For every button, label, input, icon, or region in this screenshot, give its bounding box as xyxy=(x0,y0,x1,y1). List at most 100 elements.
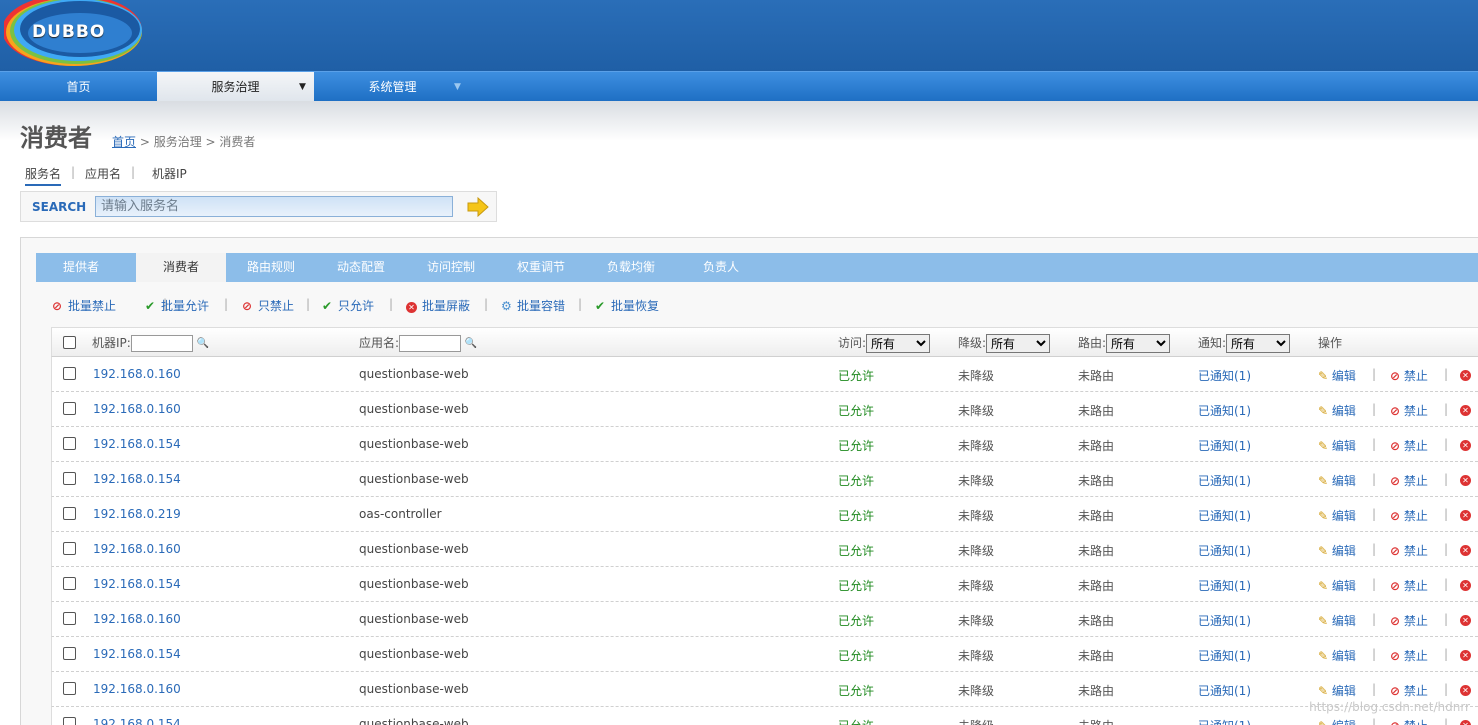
row-edit-button[interactable]: ✎ 编辑 xyxy=(1318,612,1356,629)
row-ban-button[interactable]: ⊘ 禁止 xyxy=(1390,542,1428,559)
row-checkbox[interactable] xyxy=(63,437,76,450)
search-tab-app[interactable]: 应用名 xyxy=(85,165,121,182)
row-edit-button[interactable]: ✎ 编辑 xyxy=(1318,647,1356,664)
breadcrumb-home-link[interactable]: 首页 xyxy=(112,135,136,149)
tab-owners[interactable]: 负责人 xyxy=(676,253,766,282)
row-shield-button[interactable]: ✕ xyxy=(1460,367,1471,381)
search-input[interactable] xyxy=(95,196,453,217)
row-notify-link[interactable]: 已通知(1) xyxy=(1198,367,1251,384)
access-filter-select[interactable]: 所有 xyxy=(866,334,931,353)
row-shield-button[interactable]: ✕ xyxy=(1460,437,1471,451)
ip-filter-input[interactable] xyxy=(130,335,193,352)
search-icon[interactable]: 🔍 xyxy=(197,338,209,349)
row-ip-link[interactable]: 192.168.0.154 xyxy=(93,437,181,451)
row-notify-link[interactable]: 已通知(1) xyxy=(1198,472,1251,489)
row-edit-button[interactable]: ✎ 编辑 xyxy=(1318,542,1356,559)
notify-filter-select[interactable]: 所有 xyxy=(1226,334,1291,353)
search-tab-service[interactable]: 服务名 xyxy=(25,165,62,186)
row-ban-button[interactable]: ⊘ 禁止 xyxy=(1390,717,1428,725)
row-checkbox[interactable] xyxy=(63,402,76,415)
batch-tolerance-button[interactable]: ⚙ 批量容错 xyxy=(501,297,565,314)
row-ip-link[interactable]: 192.168.0.160 xyxy=(93,682,181,696)
row-ip-link[interactable]: 192.168.0.160 xyxy=(93,367,181,381)
row-ban-button[interactable]: ⊘ 禁止 xyxy=(1390,367,1428,384)
row-edit-button[interactable]: ✎ 编辑 xyxy=(1318,472,1356,489)
row-shield-button[interactable]: ✕ xyxy=(1460,682,1471,696)
row-checkbox[interactable] xyxy=(63,507,76,520)
row-ip-link[interactable]: 192.168.0.154 xyxy=(93,717,181,725)
only-allow-button[interactable]: ✔ 只允许 xyxy=(322,297,374,314)
app-filter-input[interactable] xyxy=(399,335,462,352)
tab-access[interactable]: 访问控制 xyxy=(406,253,496,282)
row-ban-button[interactable]: ⊘ 禁止 xyxy=(1390,577,1428,594)
row-checkbox[interactable] xyxy=(63,717,76,725)
row-checkbox[interactable] xyxy=(63,577,76,590)
nav-item-home[interactable]: 首页 xyxy=(0,72,157,102)
row-checkbox[interactable] xyxy=(63,682,76,695)
batch-allow-button[interactable]: ✔ 批量允许 xyxy=(145,297,209,314)
row-checkbox[interactable] xyxy=(63,542,76,555)
row-shield-button[interactable]: ✕ xyxy=(1460,577,1471,591)
row-notify-link[interactable]: 已通知(1) xyxy=(1198,402,1251,419)
row-ip-link[interactable]: 192.168.0.154 xyxy=(93,472,181,486)
row-notify-link[interactable]: 已通知(1) xyxy=(1198,717,1251,725)
batch-recover-button[interactable]: ✔ 批量恢复 xyxy=(595,297,659,314)
row-notify-link[interactable]: 已通知(1) xyxy=(1198,542,1251,559)
tab-consumers[interactable]: 消费者 xyxy=(136,253,226,282)
row-shield-button[interactable]: ✕ xyxy=(1460,507,1471,521)
row-shield-button[interactable]: ✕ xyxy=(1460,472,1471,486)
row-shield-button[interactable]: ✕ xyxy=(1460,542,1471,556)
search-tab-ip[interactable]: 机器IP xyxy=(152,165,187,182)
row-checkbox[interactable] xyxy=(63,472,76,485)
row-checkbox[interactable] xyxy=(63,612,76,625)
tab-routes[interactable]: 路由规则 xyxy=(226,253,316,282)
row-ban-button[interactable]: ⊘ 禁止 xyxy=(1390,612,1428,629)
row-checkbox[interactable] xyxy=(63,367,76,380)
row-ip-link[interactable]: 192.168.0.160 xyxy=(93,612,181,626)
row-notify-link[interactable]: 已通知(1) xyxy=(1198,577,1251,594)
row-ip-link[interactable]: 192.168.0.154 xyxy=(93,647,181,661)
row-edit-button[interactable]: ✎ 编辑 xyxy=(1318,682,1356,699)
search-icon[interactable]: 🔍 xyxy=(465,338,477,349)
tab-weights[interactable]: 权重调节 xyxy=(496,253,586,282)
tab-providers[interactable]: 提供者 xyxy=(36,253,126,282)
row-shield-button[interactable]: ✕ xyxy=(1460,647,1471,661)
row-shield-button[interactable]: ✕ xyxy=(1460,402,1471,416)
row-notify-link[interactable]: 已通知(1) xyxy=(1198,612,1251,629)
nav-item-system-management[interactable]: 系统管理 ▼ xyxy=(314,72,471,102)
only-ban-button[interactable]: ⊘ 只禁止 xyxy=(242,297,294,314)
row-ip-link[interactable]: 192.168.0.219 xyxy=(93,507,181,521)
row-edit-button[interactable]: ✎ 编辑 xyxy=(1318,507,1356,524)
close-circle-icon: ✕ xyxy=(1460,370,1471,381)
row-edit-button[interactable]: ✎ 编辑 xyxy=(1318,577,1356,594)
row-shield-button[interactable]: ✕ xyxy=(1460,717,1471,725)
row-notify-link[interactable]: 已通知(1) xyxy=(1198,507,1251,524)
arrow-right-icon[interactable] xyxy=(467,197,489,217)
row-notify-link[interactable]: 已通知(1) xyxy=(1198,682,1251,699)
row-ban-button[interactable]: ⊘ 禁止 xyxy=(1390,472,1428,489)
batch-ban-button[interactable]: ⊘ 批量禁止 xyxy=(52,297,116,314)
select-all-checkbox[interactable] xyxy=(63,336,76,349)
degrade-filter-select[interactable]: 所有 xyxy=(986,334,1051,353)
row-checkbox[interactable] xyxy=(63,647,76,660)
row-edit-button[interactable]: ✎ 编辑 xyxy=(1318,402,1356,419)
tab-overrides[interactable]: 动态配置 xyxy=(316,253,406,282)
batch-shield-button[interactable]: ✕ 批量屏蔽 xyxy=(406,297,470,314)
route-filter-select[interactable]: 所有 xyxy=(1106,334,1171,353)
row-edit-button[interactable]: ✎ 编辑 xyxy=(1318,717,1356,725)
row-edit-button[interactable]: ✎ 编辑 xyxy=(1318,437,1356,454)
nav-item-service-governance[interactable]: 服务治理 ▼ xyxy=(157,72,314,102)
row-notify-link[interactable]: 已通知(1) xyxy=(1198,647,1251,664)
row-notify-link[interactable]: 已通知(1) xyxy=(1198,437,1251,454)
tab-loadbalance[interactable]: 负载均衡 xyxy=(586,253,676,282)
row-ip-link[interactable]: 192.168.0.160 xyxy=(93,402,181,416)
row-ip-link[interactable]: 192.168.0.160 xyxy=(93,542,181,556)
row-ban-button[interactable]: ⊘ 禁止 xyxy=(1390,507,1428,524)
row-shield-button[interactable]: ✕ xyxy=(1460,612,1471,626)
row-ban-button[interactable]: ⊘ 禁止 xyxy=(1390,647,1428,664)
row-ban-button[interactable]: ⊘ 禁止 xyxy=(1390,682,1428,699)
row-ban-button[interactable]: ⊘ 禁止 xyxy=(1390,437,1428,454)
row-ip-link[interactable]: 192.168.0.154 xyxy=(93,577,181,591)
row-ban-button[interactable]: ⊘ 禁止 xyxy=(1390,402,1428,419)
row-edit-button[interactable]: ✎ 编辑 xyxy=(1318,367,1356,384)
